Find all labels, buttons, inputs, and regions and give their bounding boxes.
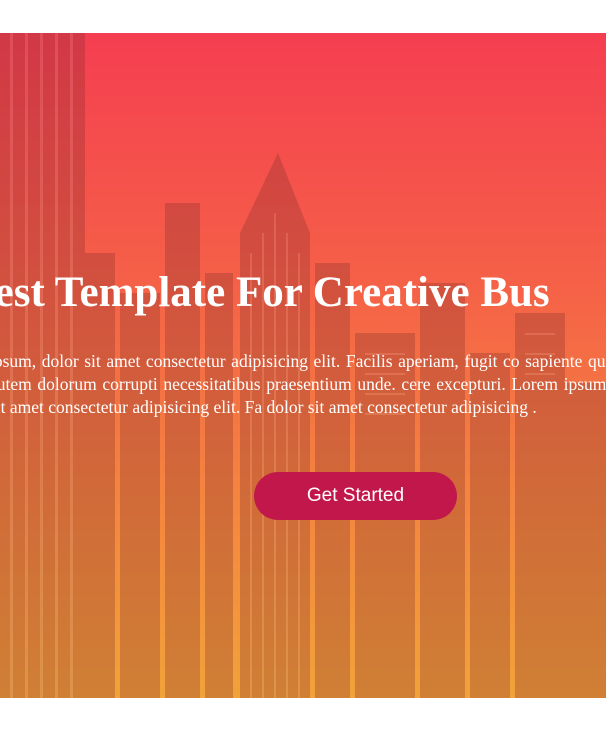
hero-content: Best Template For Creative Bus ipsum, do… — [0, 33, 606, 698]
hero-section: Best Template For Creative Bus ipsum, do… — [0, 33, 606, 698]
hero-description: ipsum, dolor sit amet consectetur adipis… — [0, 351, 606, 417]
get-started-button[interactable]: Get Started — [254, 472, 457, 520]
hero-title: Best Template For Creative Bus — [0, 269, 550, 316]
page: Best Template For Creative Bus ipsum, do… — [0, 0, 606, 734]
